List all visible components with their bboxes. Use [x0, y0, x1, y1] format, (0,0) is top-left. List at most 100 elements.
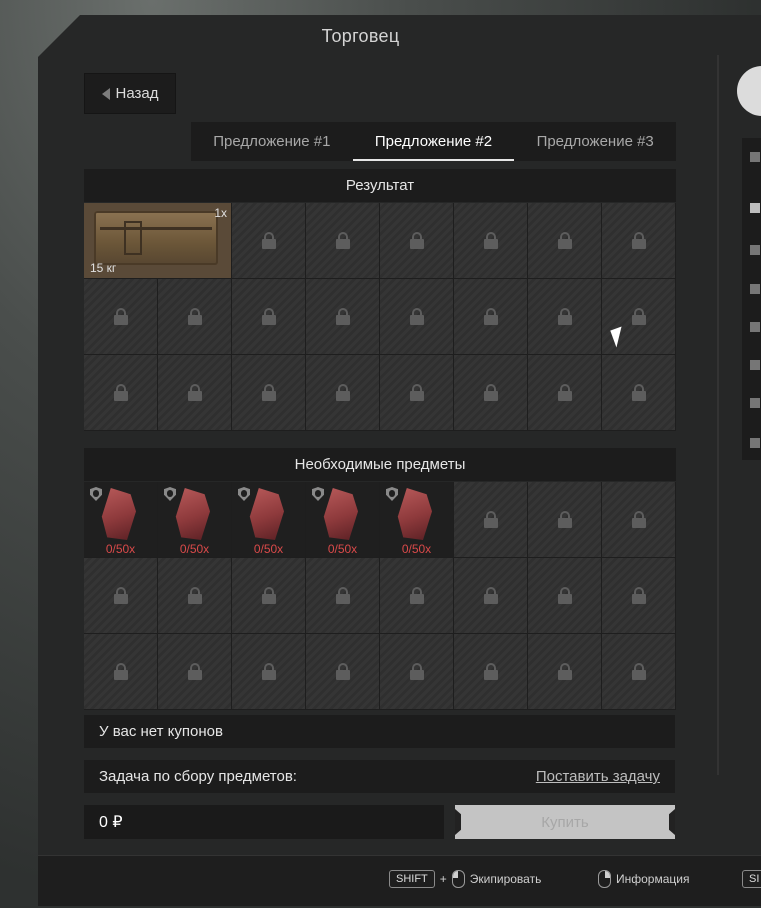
shield-icon	[164, 487, 176, 501]
locked-slot	[158, 279, 232, 355]
required-item-slot[interactable]: 0/50x	[232, 482, 306, 558]
required-progress: 0/50x	[105, 542, 136, 556]
locked-slot	[602, 279, 676, 355]
locked-slot	[454, 482, 528, 558]
mouse-right-icon	[598, 870, 611, 888]
crate-icon	[94, 211, 218, 265]
weapon-category-icon[interactable]	[750, 245, 760, 255]
locked-slot	[306, 279, 380, 355]
locked-slot	[528, 203, 602, 279]
plus-sign: +	[439, 872, 447, 886]
equip-hint: SHIFT + Экипировать	[389, 870, 541, 888]
lock-icon	[557, 307, 572, 326]
crystal-shard-icon	[175, 488, 210, 540]
lock-icon	[335, 662, 350, 681]
divider	[717, 55, 719, 775]
lock-icon	[187, 383, 202, 402]
info-label: Информация	[616, 872, 690, 886]
lock-icon	[631, 510, 646, 529]
required-progress: 0/50x	[253, 542, 284, 556]
item-quantity: 1x	[214, 206, 227, 220]
locked-slot	[306, 203, 380, 279]
container-category-icon[interactable]	[750, 438, 760, 448]
locked-slot	[454, 634, 528, 710]
locked-slot	[454, 203, 528, 279]
price-display: 0 ₽	[84, 805, 444, 839]
locked-slot	[528, 558, 602, 634]
locked-slot	[454, 279, 528, 355]
tab-offer-3[interactable]: Предложение #3	[514, 122, 676, 161]
locked-slot	[232, 279, 306, 355]
lock-icon	[557, 231, 572, 250]
lock-icon	[409, 662, 424, 681]
required-item-slot[interactable]: 0/50x	[158, 482, 232, 558]
shield-icon	[238, 487, 250, 501]
required-progress: 0/50x	[179, 542, 210, 556]
shield-icon	[90, 487, 102, 501]
collection-task-label: Задача по сбору предметов:	[99, 768, 297, 785]
locked-slot	[380, 355, 454, 431]
locked-slot	[306, 558, 380, 634]
locked-slot	[84, 634, 158, 710]
locked-slot	[380, 634, 454, 710]
armor-category-icon[interactable]	[750, 284, 760, 294]
lock-icon	[631, 383, 646, 402]
locked-slot	[306, 634, 380, 710]
back-arrow-icon	[101, 87, 110, 100]
tools-category-icon[interactable]	[750, 360, 760, 370]
tab-offer-2[interactable]: Предложение #2	[352, 122, 515, 161]
lock-icon	[483, 307, 498, 326]
set-task-link[interactable]: Поставить задачу	[536, 768, 660, 785]
lock-icon	[483, 231, 498, 250]
locked-slot	[602, 558, 676, 634]
locked-slot	[306, 355, 380, 431]
lock-icon	[113, 662, 128, 681]
tab-offer-1[interactable]: Предложение #1	[191, 122, 353, 161]
crystal-shard-icon	[397, 488, 432, 540]
required-item-slot[interactable]: 0/50x	[84, 482, 158, 558]
lock-icon	[631, 586, 646, 605]
equip-label: Экипировать	[469, 872, 542, 886]
crystal-shard-icon	[101, 488, 136, 540]
lock-icon	[187, 307, 202, 326]
locked-slot	[602, 355, 676, 431]
coupons-text: У вас нет купонов	[99, 723, 223, 740]
locked-slot	[158, 355, 232, 431]
document-category-icon[interactable]	[750, 398, 760, 408]
result-item-crate[interactable]: 1x 15 кг	[84, 203, 232, 279]
lock-icon	[557, 662, 572, 681]
lock-icon	[113, 586, 128, 605]
lock-icon	[409, 383, 424, 402]
shield-icon	[386, 487, 398, 501]
locked-slot	[454, 558, 528, 634]
locked-slot	[454, 355, 528, 431]
crystal-shard-icon	[323, 488, 358, 540]
required-item-slot[interactable]: 0/50x	[380, 482, 454, 558]
locked-slot	[232, 203, 306, 279]
locked-slot	[602, 634, 676, 710]
backpack-category-icon[interactable]	[750, 322, 760, 332]
lock-icon	[261, 307, 276, 326]
info-hint: Информация	[598, 870, 689, 888]
extra-hint: SI	[742, 870, 761, 888]
required-items-header: Необходимые предметы	[84, 448, 676, 481]
locked-slot	[602, 203, 676, 279]
locked-slot	[380, 558, 454, 634]
back-button[interactable]: Назад	[84, 73, 176, 114]
buy-button[interactable]: Купить	[455, 805, 675, 839]
lock-icon	[483, 510, 498, 529]
sort-icon[interactable]	[750, 152, 760, 162]
lock-icon	[261, 662, 276, 681]
locked-slot	[602, 482, 676, 558]
lock-icon	[335, 231, 350, 250]
lock-icon	[483, 586, 498, 605]
locked-slot	[528, 279, 602, 355]
category-sidebar	[742, 138, 761, 460]
grid-view-icon[interactable]	[750, 203, 760, 213]
back-button-label: Назад	[115, 85, 159, 102]
locked-slot	[232, 634, 306, 710]
locked-slot	[84, 355, 158, 431]
required-item-slot[interactable]: 0/50x	[306, 482, 380, 558]
shift-key: SHIFT	[389, 870, 435, 888]
locked-slot	[232, 355, 306, 431]
